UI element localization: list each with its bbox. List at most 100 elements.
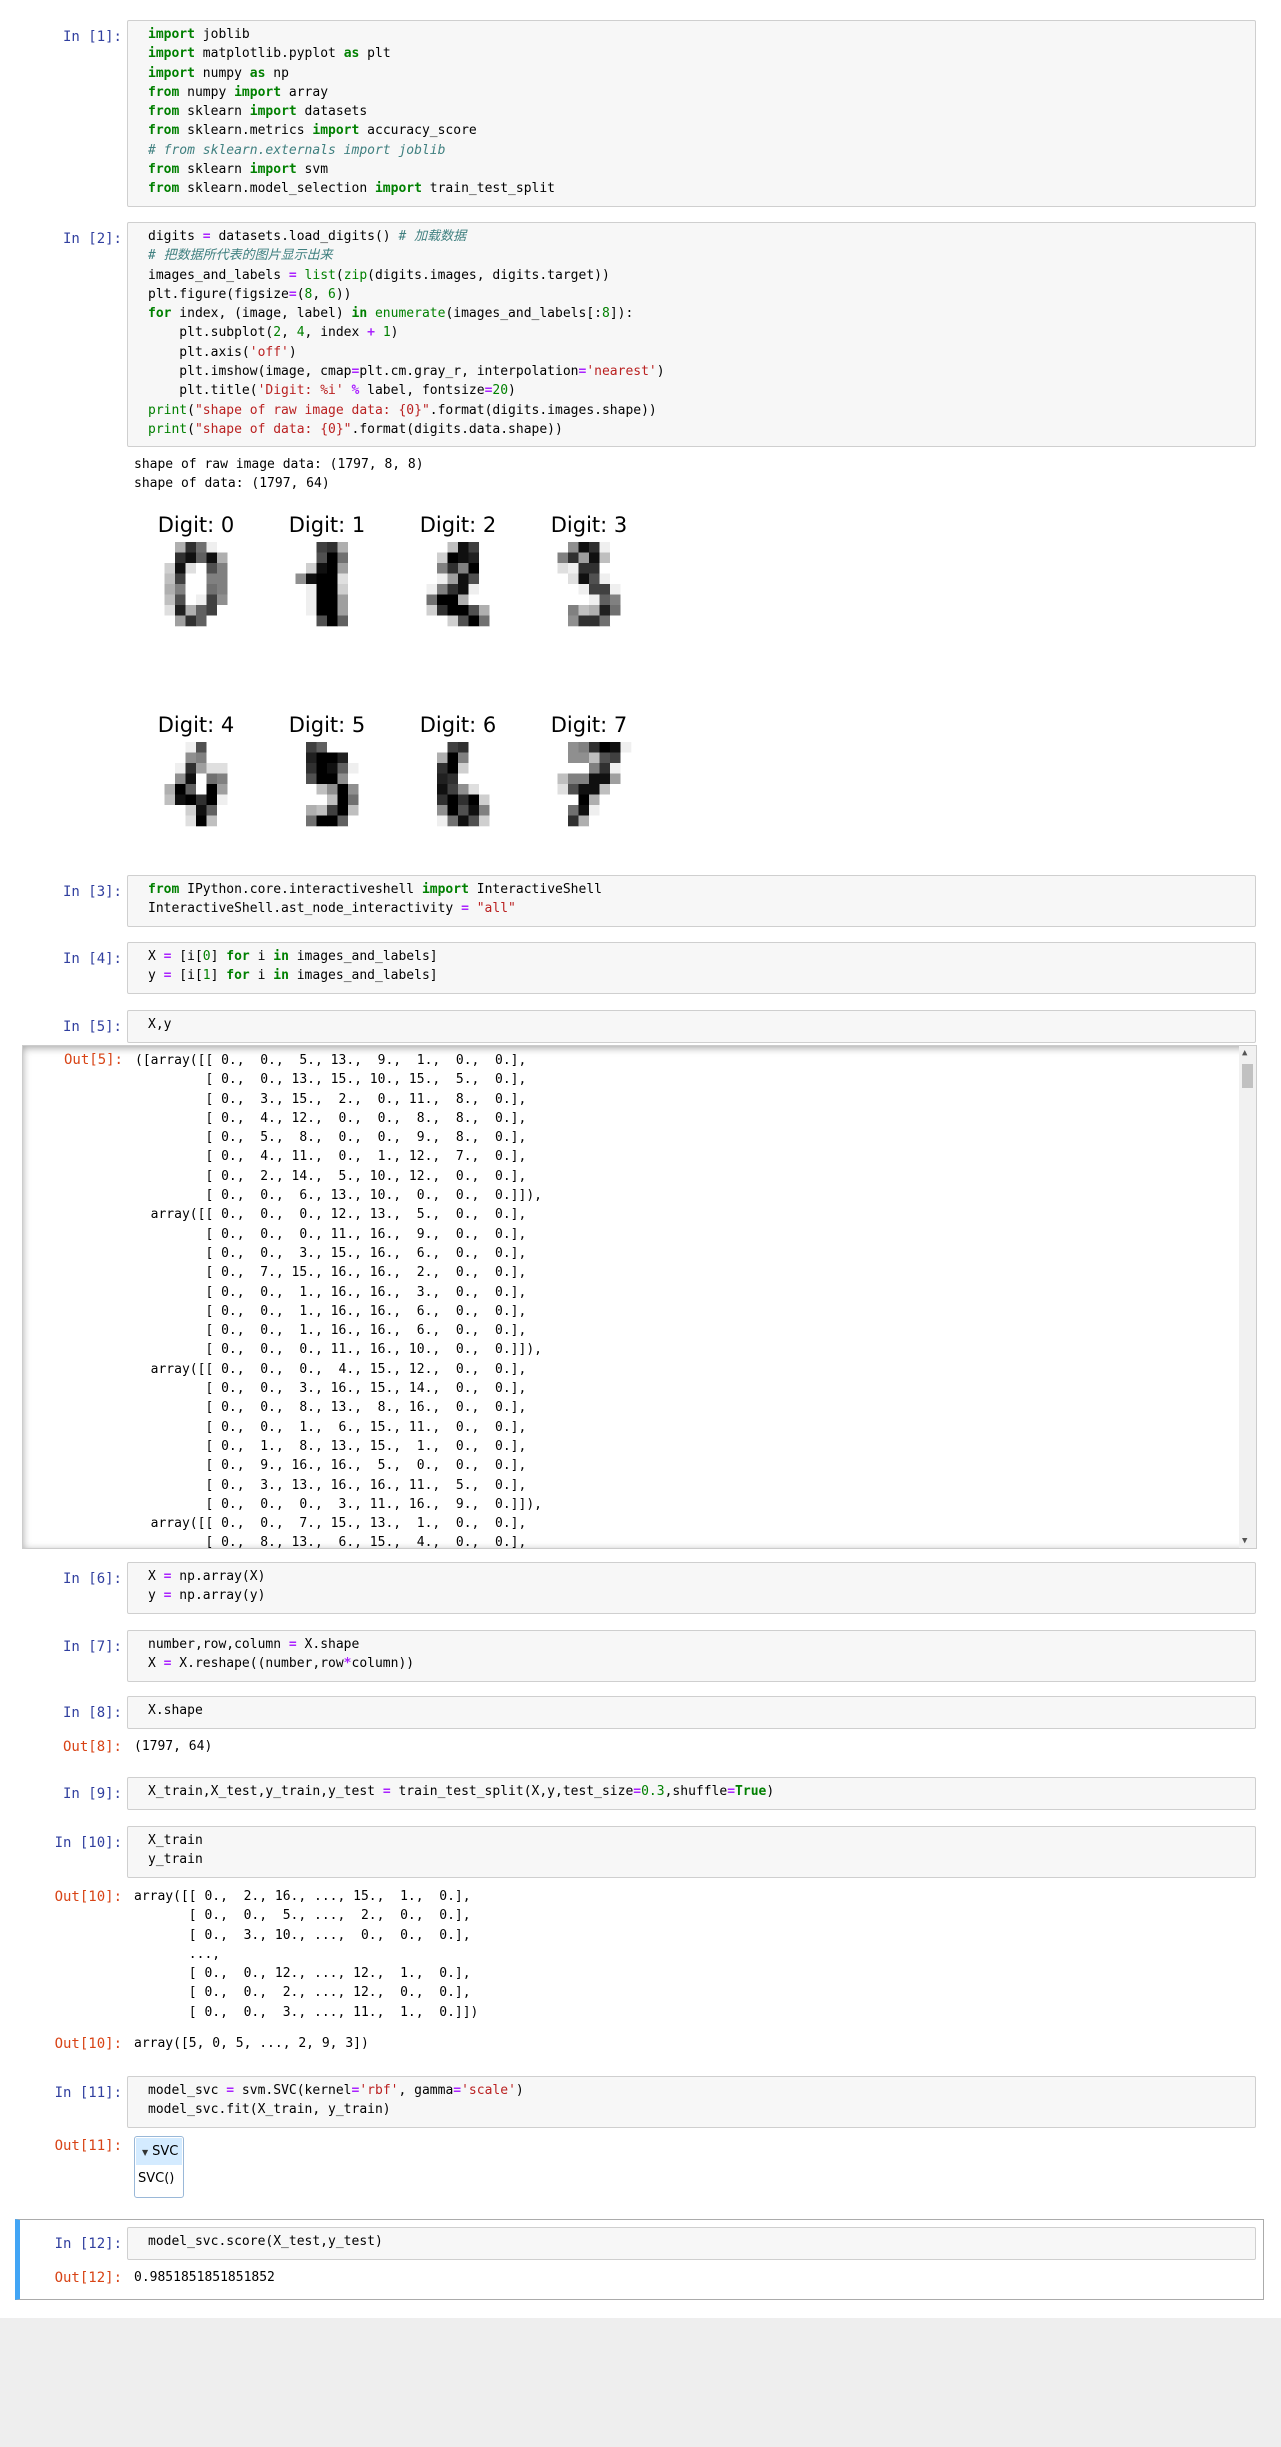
digit-pixel: [557, 752, 569, 764]
digit-pixel: [589, 584, 600, 595]
digit-pixel: [348, 784, 359, 795]
code-editor[interactable]: X_train,X_test,y_train,y_test = train_te…: [127, 1777, 1256, 1810]
code-token: sklearn: [179, 104, 250, 120]
digit-pixel: [316, 563, 328, 574]
code-editor[interactable]: X,y: [127, 1010, 1256, 1043]
digit-pixel: [620, 605, 632, 616]
code-token: (digits.images, digits.target)): [367, 267, 610, 283]
digit-pixel: [426, 773, 438, 785]
digit-pixel: [447, 552, 459, 564]
digit-pixel: [217, 542, 228, 553]
digit-subplot: Digit: 2: [416, 513, 501, 627]
code-editor[interactable]: X_train y_train: [127, 1826, 1256, 1878]
digit-pixel: [206, 784, 218, 795]
digit-pixel: [348, 794, 359, 806]
digit-pixel: [447, 805, 459, 816]
digit-pixel: [206, 773, 218, 785]
digit-pixel: [610, 815, 621, 827]
digit-pixel: [578, 794, 590, 806]
digit-pixel: [426, 815, 438, 827]
code-token: # from sklearn.externals import joblib: [148, 142, 446, 158]
digit-pixel: [489, 815, 501, 827]
digit-pixel: [568, 763, 579, 774]
estimator-widget[interactable]: ▼ SVC SVC(): [134, 2136, 184, 2198]
digit-pixel: [227, 573, 239, 585]
digit-pixel: [416, 752, 427, 764]
digit-pixel: [578, 584, 590, 595]
digit-pixel: [610, 752, 621, 764]
input-prompt: In [2]:: [62, 231, 122, 247]
digit-pixel: [547, 594, 558, 606]
code-token: sklearn.metrics: [179, 123, 313, 139]
scrollbar-thumb[interactable]: [1242, 1064, 1253, 1088]
code-token: 8: [601, 306, 610, 322]
scroll-up-icon[interactable]: ▲: [1242, 1048, 1247, 1058]
code-token: i: [249, 949, 274, 964]
code-editor[interactable]: model_svc = svm.SVC(kernel='rbf', gamma=…: [127, 2076, 1256, 2128]
code-editor[interactable]: number,row,column = X.shape X = X.reshape…: [127, 1630, 1256, 1682]
digit-pixel: [358, 742, 370, 753]
digit-pixel: [557, 784, 569, 795]
digit-pixel: [164, 742, 176, 753]
digit-pixel: [479, 784, 490, 795]
code-token: import: [148, 65, 195, 81]
digit-pixel: [175, 584, 186, 595]
code-token: X.shape: [148, 1703, 203, 1718]
code-token: plt.figure(figsize: [148, 286, 289, 302]
scrolled-output[interactable]: Out[5]: ([array([[ 0., 0., 5., 13., 9., …: [22, 1045, 1257, 1549]
digit-pixel: [306, 805, 317, 816]
estimator-toggle[interactable]: ▼ SVC: [136, 2138, 182, 2165]
digit-pixel: [175, 605, 186, 616]
digit-pixel: [295, 773, 307, 785]
digit-pixel: [196, 742, 207, 753]
digit-pixel: [437, 784, 448, 795]
digit-pixel: [285, 542, 296, 553]
digit-pixel: [437, 605, 448, 616]
digit-pixel: [348, 552, 359, 564]
digit-pixel: [154, 615, 165, 627]
digit-pixel: [568, 594, 579, 606]
digit-pixel: [416, 542, 427, 553]
digit-pixel: [285, 552, 296, 564]
code-editor[interactable]: X = np.array(X) y = np.array(y): [127, 1562, 1256, 1614]
code-token: =: [288, 267, 297, 283]
code-editor[interactable]: import joblib import matplotlib.pyplot as…: [127, 20, 1256, 207]
digit-pixel: [196, 542, 207, 553]
code-editor[interactable]: X.shape: [127, 1696, 1256, 1729]
digit-pixel: [416, 605, 427, 616]
digit-pixel: [620, 805, 632, 816]
code-token: array: [281, 84, 329, 100]
digit-pixel: [227, 763, 239, 774]
code-token: np.array(y): [171, 1588, 266, 1604]
digit-pixel: [227, 563, 239, 574]
digit-pixel: [547, 815, 558, 827]
code-line: import matplotlib.pyplot as plt: [148, 44, 1255, 63]
digit-pixel: [175, 794, 186, 806]
code-token: [i[: [171, 949, 203, 964]
scroll-down-icon[interactable]: ▼: [1242, 1536, 1247, 1546]
digit-pixel: [458, 615, 469, 627]
digit-pixel: [599, 584, 611, 595]
code-editor[interactable]: from IPython.core.interactiveshell impor…: [127, 875, 1256, 927]
code-line: from sklearn.metrics import accuracy_sco…: [148, 121, 1255, 140]
code-line: images_and_labels = list(zip(digits.imag…: [148, 266, 1255, 285]
digit-pixel: [327, 763, 338, 774]
digit-pixel: [578, 563, 590, 574]
code-token: import: [249, 104, 297, 120]
digit-pixel: [285, 573, 296, 585]
code-token: ]: [210, 968, 227, 984]
code-editor[interactable]: digits = datasets.load_digits() # 加载数据 # …: [127, 222, 1256, 447]
digit-pixel: [426, 752, 438, 764]
digit-pixel: [285, 605, 296, 616]
digit-pixel: [285, 805, 296, 816]
digit-pixel: [175, 563, 186, 574]
digit-pixel: [337, 615, 349, 627]
digit-pixel: [458, 773, 469, 785]
digit-pixel: [447, 763, 459, 774]
vertical-scrollbar[interactable]: ▲ ▼: [1239, 1046, 1256, 1548]
digit-pixel: [206, 794, 218, 806]
code-editor[interactable]: model_svc.score(X_test,y_test): [127, 2227, 1256, 2260]
code-editor[interactable]: X = [i[0] for i in images_and_labels] y =…: [127, 942, 1256, 994]
code-token: ]):: [609, 306, 634, 322]
digit-title: Digit: 4: [158, 713, 235, 737]
